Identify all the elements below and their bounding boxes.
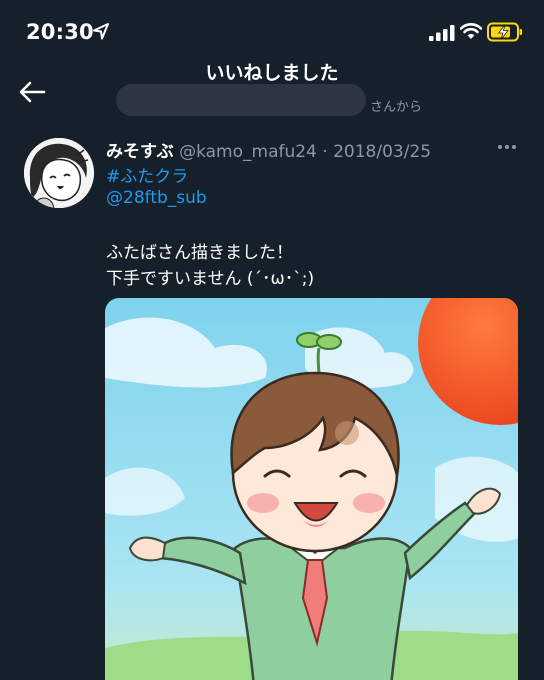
avatar[interactable] <box>24 138 94 208</box>
status-time: 20:30 <box>26 20 94 44</box>
redacted-username <box>116 84 366 116</box>
tweet-meta: みそすぶ @kamo_mafu24 · 2018/03/25 <box>106 137 431 162</box>
page-title: いいねしました <box>205 62 339 84</box>
status-bar: 20:30 <box>0 0 544 56</box>
tweet-image[interactable] <box>105 298 518 680</box>
avatar-illustration <box>24 138 94 208</box>
meta-separator: · <box>322 142 328 162</box>
signal-icon <box>429 25 455 41</box>
tweet-text-line: 下手ですいません (´･ω･`;) <box>106 269 315 289</box>
more-icon[interactable] <box>496 141 518 153</box>
handle[interactable]: @kamo_mafu24 <box>179 142 317 162</box>
hashtag-link[interactable]: #ふたクラ <box>106 162 188 187</box>
display-name[interactable]: みそすぶ <box>106 142 174 162</box>
tweet-date[interactable]: 2018/03/25 <box>333 142 431 162</box>
subtitle-suffix: さんから <box>370 100 423 115</box>
battery-charging-icon <box>487 22 522 42</box>
wifi-icon <box>460 23 482 39</box>
mention-link[interactable]: @28ftb_sub <box>106 188 207 208</box>
location-arrow-icon <box>93 23 109 40</box>
tweet-illustration <box>105 298 518 680</box>
tweet-text-line: ふたばさん描きました！ <box>106 243 293 263</box>
screen: 20:30 いいねしました さんから みそすぶ @kamo_mafu24 · 2… <box>0 0 544 680</box>
header-subtitle: さんから <box>116 84 436 118</box>
